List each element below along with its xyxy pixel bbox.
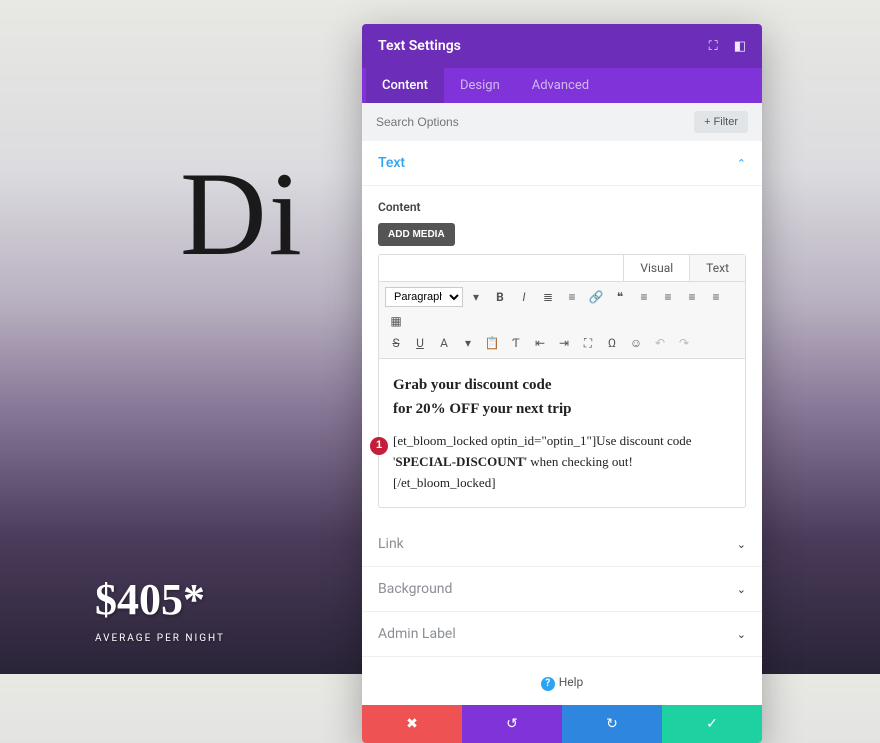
- text-settings-modal: Text Settings ⛶ ◧ Content Design Advance…: [362, 24, 762, 743]
- content-label: Content: [378, 200, 746, 214]
- price-value: $405*: [95, 574, 225, 625]
- tab-content[interactable]: Content: [366, 68, 444, 103]
- editor-shortcode: [et_bloom_locked optin_id="optin_1"]Use …: [393, 431, 731, 493]
- editor-toolbar: Paragraph ▾ B I ≣ ≡ 🔗 ❝ ≡ ≡ ≡ ≡ ▦ S U: [379, 282, 745, 359]
- emoji-icon[interactable]: ☺: [625, 332, 647, 354]
- tab-advanced[interactable]: Advanced: [516, 68, 605, 103]
- chevron-down-icon: ⌄: [737, 628, 746, 641]
- editor-heading-line1: Grab your discount code: [393, 373, 731, 397]
- section-admin-label-title: Admin Label: [378, 626, 456, 642]
- section-link-title: Link: [378, 536, 404, 552]
- modal-header: Text Settings ⛶ ◧: [362, 24, 762, 68]
- align-left-icon[interactable]: ≡: [633, 286, 655, 308]
- editor-heading-line2: for 20% OFF your next trip: [393, 397, 731, 421]
- filter-button[interactable]: + Filter: [694, 111, 748, 133]
- modal-title: Text Settings: [378, 38, 461, 54]
- background-heading: Di: [180, 145, 304, 283]
- paste-icon[interactable]: 📋: [481, 332, 503, 354]
- section-background-title: Background: [378, 581, 452, 597]
- chevron-up-icon: ⌃: [737, 157, 746, 170]
- toolbar-dropdown-icon[interactable]: ▾: [465, 286, 487, 308]
- cancel-button[interactable]: ✖: [362, 705, 462, 743]
- outdent-icon[interactable]: ⇤: [529, 332, 551, 354]
- clear-format-icon[interactable]: Ƭ: [505, 332, 527, 354]
- text-color-icon[interactable]: A: [433, 332, 455, 354]
- help-label: Help: [559, 675, 584, 689]
- section-background[interactable]: Background ⌄: [362, 567, 762, 612]
- italic-icon[interactable]: I: [513, 286, 535, 308]
- redo-icon[interactable]: ↷: [673, 332, 695, 354]
- quote-icon[interactable]: ❝: [609, 286, 631, 308]
- link-icon[interactable]: 🔗: [585, 286, 607, 308]
- rich-text-editor: Visual Text Paragraph ▾ B I ≣ ≡ 🔗 ❝ ≡ ≡ …: [378, 254, 746, 508]
- chevron-down-icon: ⌄: [737, 583, 746, 596]
- help-icon: ?: [541, 677, 555, 691]
- underline-icon[interactable]: U: [409, 332, 431, 354]
- section-text[interactable]: Text ⌃: [362, 141, 762, 186]
- paragraph-select[interactable]: Paragraph: [385, 287, 463, 307]
- save-button[interactable]: ✓: [662, 705, 762, 743]
- search-input[interactable]: [376, 115, 576, 129]
- tabs: Content Design Advanced: [362, 68, 762, 103]
- price-subtitle: AVERAGE PER NIGHT: [95, 633, 225, 644]
- price-block: $405* AVERAGE PER NIGHT: [95, 574, 225, 644]
- indent-icon[interactable]: ⇥: [553, 332, 575, 354]
- add-media-button[interactable]: ADD MEDIA: [378, 223, 455, 246]
- more-toolbar-icon[interactable]: ▦: [385, 310, 407, 332]
- section-admin-label[interactable]: Admin Label ⌄: [362, 612, 762, 657]
- annotation-badge-1: 1: [370, 437, 388, 455]
- align-center-icon[interactable]: ≡: [657, 286, 679, 308]
- special-char-icon[interactable]: Ω: [601, 332, 623, 354]
- tab-design[interactable]: Design: [444, 68, 516, 103]
- bullet-list-icon[interactable]: ≣: [537, 286, 559, 308]
- chevron-down-icon: ⌄: [737, 538, 746, 551]
- section-text-title: Text: [378, 155, 405, 171]
- redo-button[interactable]: ↻: [562, 705, 662, 743]
- ordered-list-icon[interactable]: ≡: [561, 286, 583, 308]
- align-right-icon[interactable]: ≡: [681, 286, 703, 308]
- section-link[interactable]: Link ⌄: [362, 522, 762, 567]
- help-row[interactable]: ? Help: [362, 657, 762, 705]
- color-dropdown-icon[interactable]: ▾: [457, 332, 479, 354]
- search-bar: + Filter: [362, 103, 762, 141]
- justify-icon[interactable]: ≡: [705, 286, 727, 308]
- modal-footer: ✖ ↺ ↻ ✓: [362, 705, 762, 743]
- editor-tab-text[interactable]: Text: [689, 255, 745, 281]
- undo-button[interactable]: ↺: [462, 705, 562, 743]
- snap-icon[interactable]: ◧: [734, 39, 746, 54]
- editor-tab-visual[interactable]: Visual: [623, 255, 689, 281]
- expand-icon[interactable]: ⛶: [709, 39, 718, 54]
- fullscreen-icon[interactable]: ⛶: [577, 332, 599, 354]
- editor-content[interactable]: 1 Grab your discount code for 20% OFF yo…: [379, 359, 745, 507]
- strikethrough-icon[interactable]: S: [385, 332, 407, 354]
- bold-icon[interactable]: B: [489, 286, 511, 308]
- text-section-body: Content ADD MEDIA Visual Text Paragraph …: [362, 186, 762, 522]
- undo-icon[interactable]: ↶: [649, 332, 671, 354]
